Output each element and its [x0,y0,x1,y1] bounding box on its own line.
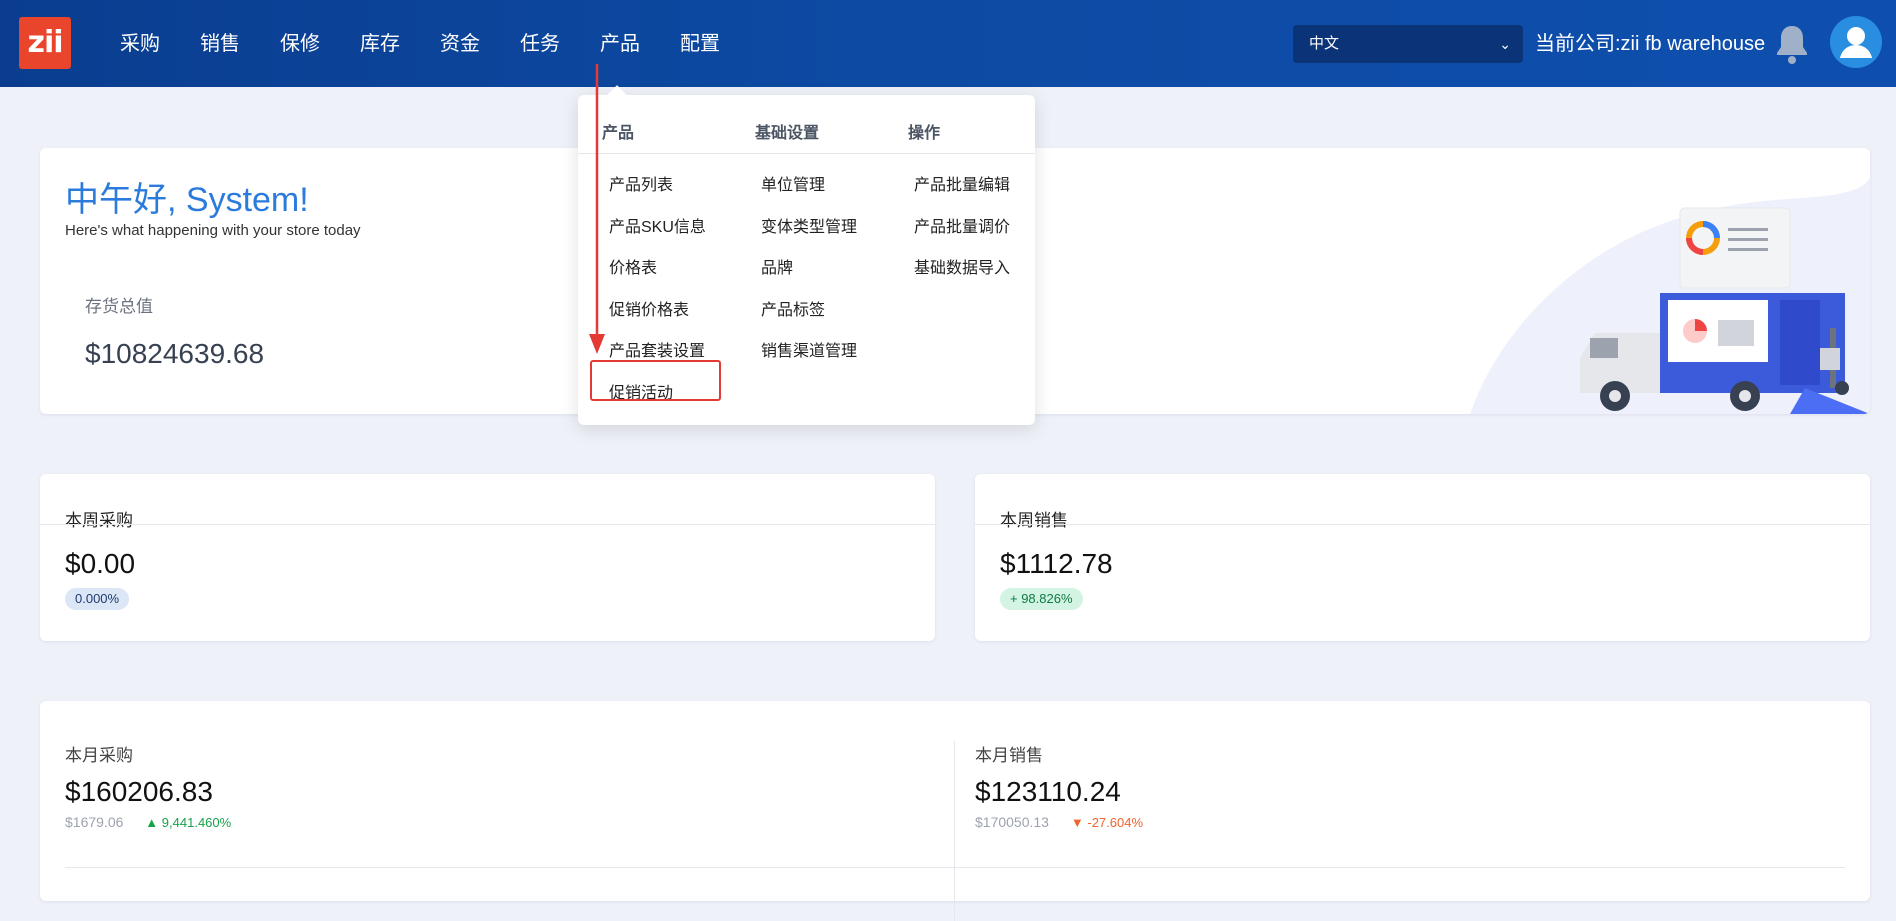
menu-item-sales-channels[interactable]: 销售渠道管理 [761,331,857,373]
inventory-label: 存货总值 [85,297,153,316]
red-arrow-annotation [589,64,605,354]
language-select[interactable]: 中文 ⌄ [1293,25,1523,63]
month-sales-value: $123110.24 [975,776,1121,807]
month-purchase-change: ▲ 9,441.460% [145,815,231,830]
week-sales-label: 本周销售 [1000,511,1068,530]
menu-item-product-list[interactable]: 产品列表 [609,165,706,207]
month-sales: 本月销售 $123110.24 $170050.13 ▼ -27.604% [975,741,1143,830]
nav-item-purchase[interactable]: 采购 [100,0,180,87]
week-purchase-badge: 0.000% [65,588,130,610]
bell-icon[interactable] [1772,22,1812,66]
inventory-value: $10824639.68 [85,338,265,369]
menu-item-price-list[interactable]: 价格表 [609,248,706,290]
card-divider [975,524,1870,525]
menu-item-bulk-price-adjust[interactable]: 产品批量调价 [914,207,1010,249]
dropdown-caret [607,85,627,105]
top-navbar: zii 采购 销售 保修 库存 资金 任务 产品 配置 中文 ⌄ 当前公司:zi… [0,0,1896,87]
greeting-subtitle: Here's what happening with your store to… [65,222,361,239]
dropdown-column-basic-settings: 单位管理 变体类型管理 品牌 产品标签 销售渠道管理 [761,165,857,373]
caret-up-icon: ▲ [145,815,159,830]
dropdown-heading-basic-settings: 基础设置 [755,125,820,142]
month-purchase: 本月采购 $160206.83 $1679.06 ▲ 9,441.460% [65,741,231,830]
month-purchase-value: $160206.83 [65,776,213,807]
current-company: 当前公司:zii fb warehouse [1535,33,1766,55]
month-card: 本月采购 $160206.83 $1679.06 ▲ 9,441.460% 本月… [40,701,1870,921]
month-sales-change: ▼ -27.604% [1071,815,1143,830]
week-purchase-label: 本周采购 [65,511,133,530]
main-nav: 采购 销售 保修 库存 资金 任务 产品 配置 [100,0,740,87]
highlight-box-annotation [590,360,721,401]
delivery-truck-illustration [1470,178,1870,414]
menu-item-brands[interactable]: 品牌 [761,248,857,290]
month-purchase-pct: 9,441.460% [161,815,232,830]
user-icon [1840,27,1872,58]
month-purchase-previous: $1679.06 [65,814,124,830]
dropdown-column-operations: 产品批量编辑 产品批量调价 基础数据导入 [914,165,1010,290]
week-sales-card: 本周销售 $1112.78 + 98.826% [975,474,1870,641]
month-sales-previous: $170050.13 [975,814,1049,830]
caret-down-icon: ▼ [1070,815,1084,830]
menu-item-data-import[interactable]: 基础数据导入 [914,248,1010,290]
language-value: 中文 [1309,35,1340,52]
week-purchase-card: 本周采购 $0.00 0.000% [40,474,935,641]
menu-item-unit-management[interactable]: 单位管理 [761,165,857,207]
nav-item-inventory[interactable]: 库存 [340,0,420,87]
menu-item-product-tags[interactable]: 产品标签 [761,290,857,332]
column-divider [954,741,955,921]
nav-item-warranty[interactable]: 保修 [260,0,340,87]
nav-item-funds[interactable]: 资金 [420,0,500,87]
menu-item-product-sku[interactable]: 产品SKU信息 [609,207,706,249]
month-purchase-label: 本月采购 [65,746,133,765]
week-sales-badge: + 98.826% [1000,588,1083,610]
week-sales-value: $1112.78 [1000,548,1113,579]
menu-item-promo-price-list[interactable]: 促销价格表 [609,290,706,332]
nav-item-config[interactable]: 配置 [660,0,740,87]
card-divider [40,524,935,525]
nav-item-tasks[interactable]: 任务 [500,0,580,87]
user-avatar[interactable] [1830,16,1882,68]
app-logo[interactable]: zii [19,17,71,69]
nav-item-sales[interactable]: 销售 [180,0,260,87]
row-divider [65,867,1845,868]
menu-item-variant-types[interactable]: 变体类型管理 [761,207,857,249]
dropdown-heading-operations: 操作 [908,125,941,142]
menu-item-bulk-edit[interactable]: 产品批量编辑 [914,165,1010,207]
month-sales-pct: -27.604% [1087,815,1144,830]
month-sales-label: 本月销售 [975,746,1043,765]
greeting-title: 中午好, System! [65,181,309,219]
dropdown-divider [578,153,1035,154]
chevron-down-icon: ⌄ [1499,36,1511,52]
week-purchase-value: $0.00 [65,548,136,579]
